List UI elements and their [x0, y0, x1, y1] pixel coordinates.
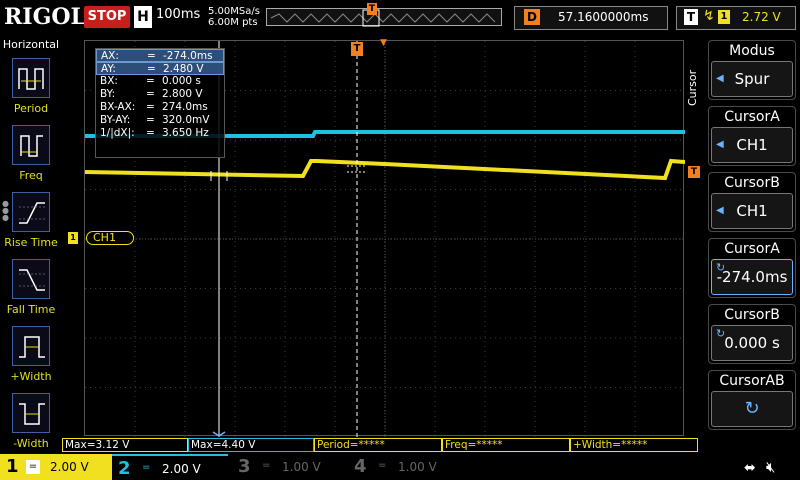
memory-depth: 6.00M pts — [208, 17, 258, 28]
trigger-source: 1 — [718, 10, 730, 24]
measure-label: Fall Time — [6, 303, 56, 316]
rising-edge-icon: ↯ — [703, 8, 715, 24]
measurement-item[interactable]: Freq=***** — [442, 438, 570, 452]
ch1-ground-marker[interactable]: 1 — [68, 232, 78, 244]
negative-width-icon — [19, 403, 45, 425]
measurement-item[interactable]: Period=***** — [314, 438, 442, 452]
trigger-label: T — [684, 9, 698, 25]
top-status-bar: RIGOL STOP H 100ms 5.00MSa/s 6.00M pts T… — [0, 0, 800, 36]
delay-value: 57.1600000ms — [558, 10, 649, 24]
fall-time-icon — [19, 269, 45, 291]
menu-cursor-a-position[interactable]: CursorA ↻ -274.0ms — [708, 238, 796, 298]
channel-4-status[interactable]: 4 = 1.00 V — [348, 454, 460, 480]
usb-icon: ⬌ — [744, 460, 756, 476]
cursor-row-freq: 1/|dX|: = 3.650 Hz — [100, 127, 209, 139]
channel-status-bar: 1 = 2.00 V 2 = 2.00 V 3 = 1.00 V 4 = 1.0… — [0, 454, 800, 480]
brand-logo: RIGOL — [4, 4, 86, 30]
measure-label: Freq — [19, 169, 43, 182]
channel-1-status[interactable]: 1 = 2.00 V — [0, 454, 112, 480]
positive-width-icon — [19, 336, 45, 358]
menu-cursor-b-source-value: ◀ CH1 — [711, 193, 793, 229]
cursor-row-ay: AY: = 2.480 V — [96, 62, 224, 75]
freq-icon — [20, 135, 43, 157]
measure-freq[interactable]: Freq — [0, 125, 62, 189]
measure-label: +Width — [10, 370, 52, 383]
menu-cursor-b-source[interactable]: CursorB ◀ CH1 — [708, 172, 796, 232]
knob-icon: ↻ — [716, 261, 726, 274]
knob-icon: ↻ — [716, 327, 726, 340]
ch1-trace — [85, 158, 685, 181]
memory-overview-strip — [266, 8, 502, 27]
measure-period[interactable]: Period — [0, 58, 62, 122]
measurement-item[interactable]: +Width=***** — [570, 438, 698, 452]
menu-cursor-ab[interactable]: CursorAB ↻ — [708, 370, 796, 430]
knob-icon: ↻ — [744, 398, 760, 419]
cursor-row-bx: BX: = 0.000 s — [100, 75, 201, 87]
measurement-item[interactable]: Max=4.40 V — [188, 438, 314, 452]
measurement-item[interactable]: Max=3.12 V — [62, 438, 188, 452]
period-icon — [18, 68, 44, 90]
speaker-mute-icon[interactable]: 🔇︎ — [766, 458, 775, 476]
trigger-level-marker[interactable]: T — [688, 166, 700, 178]
timebase-badge: H — [134, 6, 152, 28]
select-arrow-icon: ◀ — [716, 139, 724, 150]
channel-2-status[interactable]: 2 = 2.00 V — [112, 454, 228, 480]
cursor-row-by: BY: = 2.800 V — [100, 88, 203, 100]
memory-trigger-marker: T — [367, 3, 377, 15]
select-arrow-icon: ◀ — [716, 205, 724, 216]
menu-cursor-b-position-value: ↻ 0.000 s — [711, 325, 793, 361]
menu-cursor-a-source[interactable]: CursorA ◀ CH1 — [708, 106, 796, 166]
sample-rate: 5.00MSa/s — [208, 6, 260, 17]
ch1-waveform-label: CH1 — [86, 231, 134, 245]
menu-cursor-ab-value: ↻ — [711, 391, 793, 427]
sample-info: 5.00MSa/s 6.00M pts — [208, 6, 260, 28]
trigger-level: 2.72 V — [742, 10, 781, 24]
measure-fall-time[interactable]: Fall Time — [0, 259, 62, 323]
measure-label: Rise Time — [4, 236, 58, 249]
measure-label: -Width — [13, 437, 49, 450]
cursor-row-bx-ax: BX-AX: = 274.0ms — [100, 101, 208, 113]
menu-title-vertical: Cursor — [686, 69, 699, 107]
delay-label: D — [524, 9, 540, 25]
trigger-position-marker: T — [351, 42, 363, 56]
trigger-arrow-icon: ▼ — [380, 38, 387, 48]
cursor-readout-table: AX: = -274.0ms AY: = 2.480 V BX: = 0.000 s BY:… — [95, 48, 225, 158]
measure-negative-width[interactable]: -Width — [0, 393, 62, 457]
memory-waveform-preview — [270, 9, 496, 27]
menu-mode-value: ◀ Spur — [711, 61, 793, 97]
measure-rise-time[interactable]: Rise Time — [0, 192, 62, 256]
measurement-bar: Max=3.12 V Max=4.40 V Period=***** Freq=… — [62, 438, 700, 452]
select-arrow-icon: ◀ — [716, 73, 724, 84]
rise-time-icon — [19, 202, 45, 224]
run-stop-status[interactable]: STOP — [84, 6, 130, 28]
measure-category-title: Horizontal — [2, 38, 60, 51]
channel-3-status[interactable]: 3 = 1.00 V — [232, 454, 344, 480]
cursor-row-by-ay: BY-AY: = 320.0mV — [100, 114, 210, 126]
cursor-row-ax: AX: = -274.0ms — [96, 49, 224, 62]
measure-label: Period — [13, 102, 49, 115]
menu-cursor-b-position[interactable]: CursorB ↻ 0.000 s — [708, 304, 796, 364]
menu-cursor-a-position-value: ↻ -274.0ms — [711, 259, 793, 295]
menu-mode[interactable]: Modus ◀ Spur — [708, 40, 796, 100]
measure-positive-width[interactable]: +Width — [0, 326, 62, 390]
timebase-value[interactable]: 100ms — [156, 7, 200, 22]
menu-cursor-a-source-value: ◀ CH1 — [711, 127, 793, 163]
